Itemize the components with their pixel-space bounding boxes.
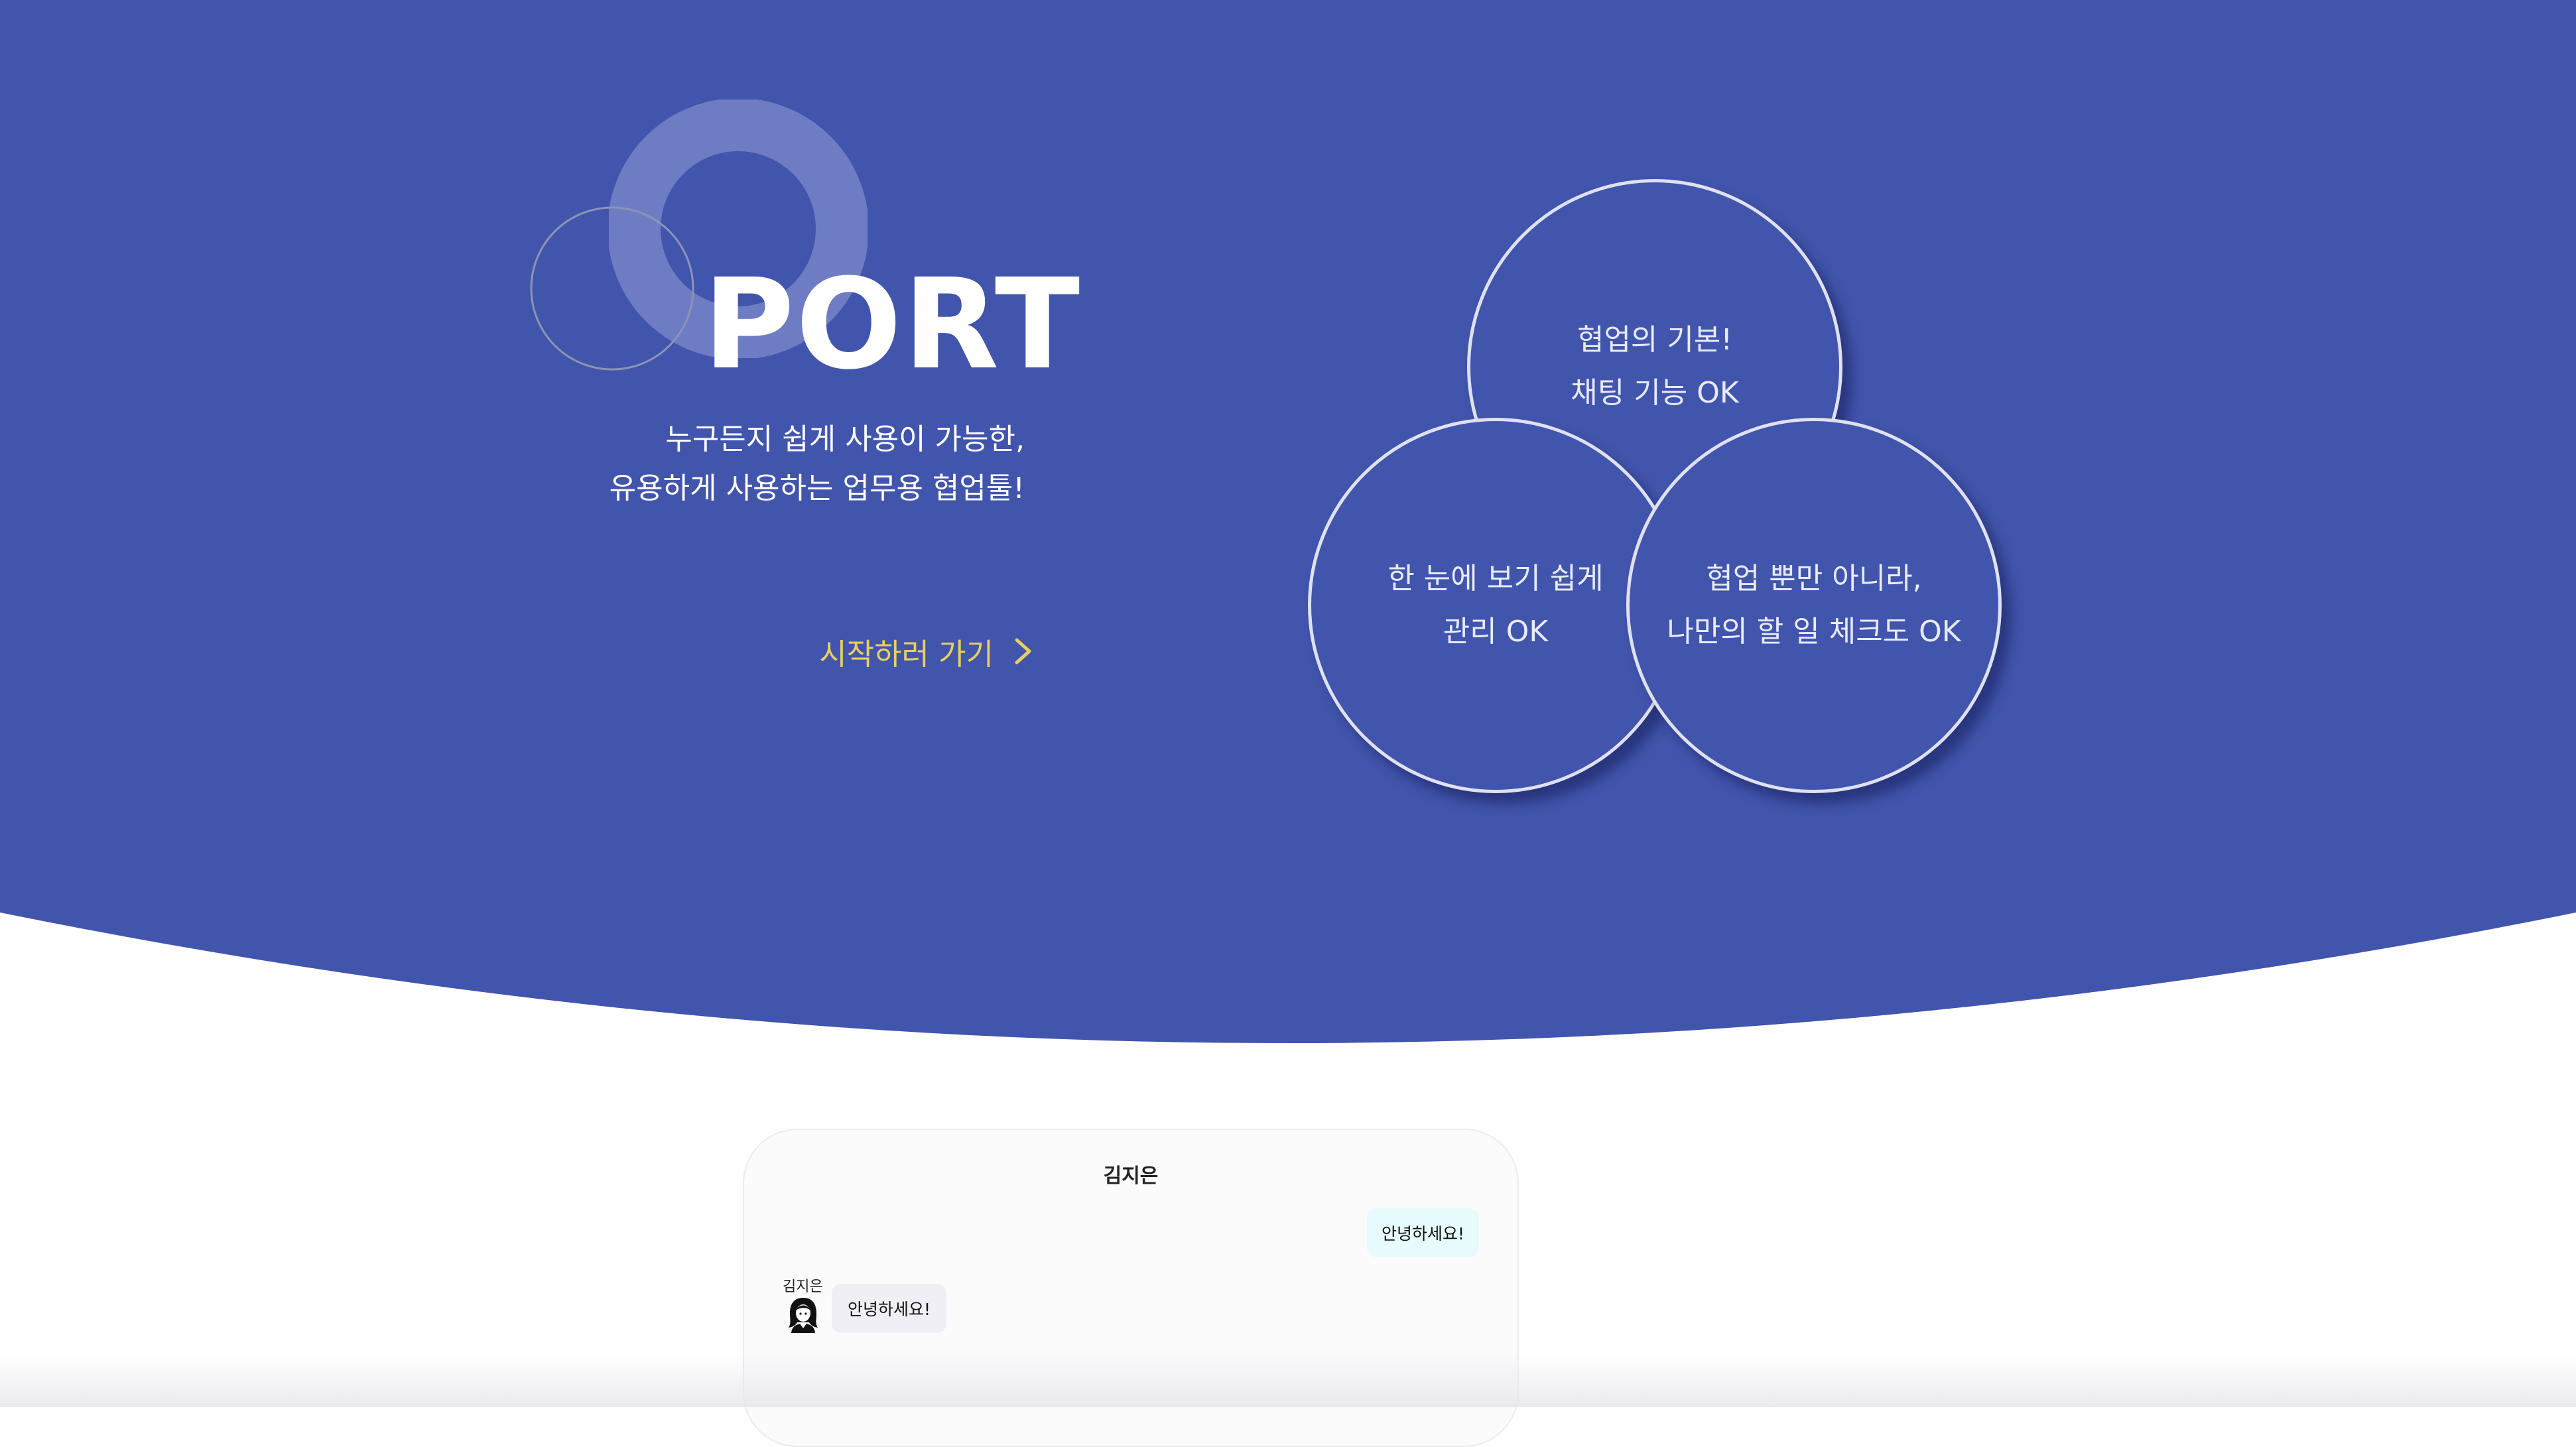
sender-name: 김지은	[783, 1279, 823, 1295]
brand-logo-text: PORT	[703, 252, 1082, 397]
chat-preview: 김지은 안녕하세요! 김지은 안녕하세요!	[743, 1129, 1519, 1447]
start-button[interactable]: 시작하러 가기	[730, 626, 1035, 676]
feature-todo-line-2: 나만의 할 일 체크도 OK	[1667, 615, 1961, 649]
chevron-right-icon	[1015, 638, 1031, 664]
hero-background	[0, 0, 2576, 1054]
sent-message-bubble: 안녕하세요!	[1366, 1208, 1479, 1257]
logo: PORT	[517, 93, 1101, 398]
start-button-label: 시작하러 가기	[819, 636, 994, 672]
received-message-bubble: 안녕하세요!	[832, 1284, 947, 1333]
feature-chat-line-2: 채팅 기능 OK	[1571, 376, 1739, 410]
chat-title: 김지은	[1103, 1164, 1159, 1188]
hero-tagline: 누구든지 쉽게 사용이 가능한, 유용하게 사용하는 업무용 협업툴!	[517, 415, 1025, 513]
feature-todo-line-1: 협업 뿐만 아니라,	[1706, 562, 1922, 596]
feature-chat-line-1: 협업의 기본!	[1577, 323, 1732, 357]
feature-manage-line-1: 한 눈에 보기 쉽게	[1387, 562, 1604, 596]
feature-manage-line-2: 관리 OK	[1443, 615, 1549, 649]
feature-circle-todo: 협업 뿐만 아니라, 나만의 할 일 체크도 OK	[1626, 418, 2002, 793]
logo-ring-small	[530, 206, 694, 371]
tagline-line-1: 누구든지 쉽게 사용이 가능한,	[665, 422, 1025, 456]
tagline-line-2: 유용하게 사용하는 업무용 협업툴!	[609, 472, 1025, 505]
user-avatar-icon	[789, 1298, 818, 1333]
